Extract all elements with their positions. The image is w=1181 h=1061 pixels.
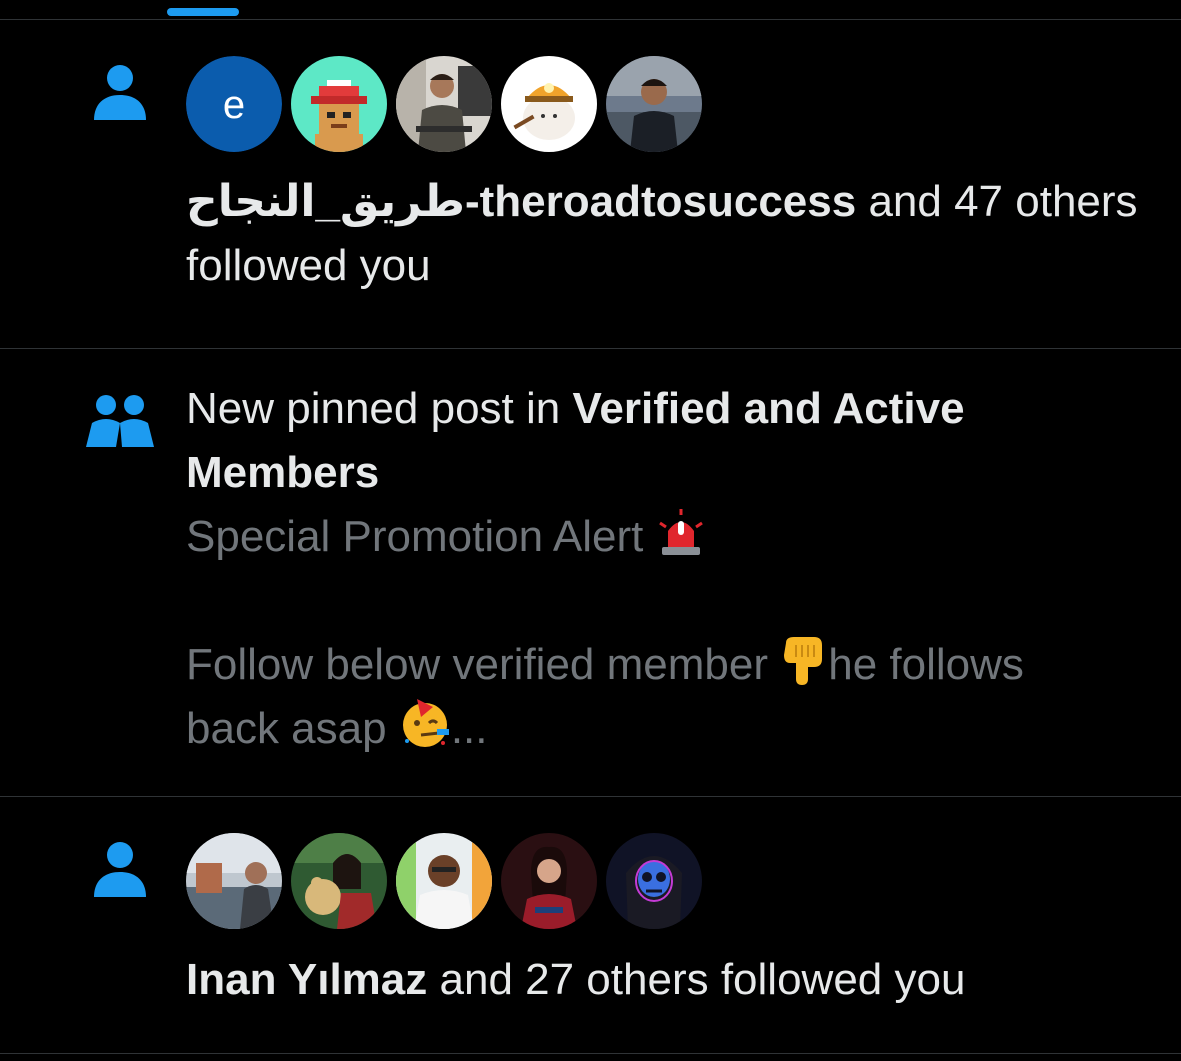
actor-name[interactable]: طريق_النجاح-theroadtosuccess — [186, 177, 856, 226]
avatar[interactable] — [501, 56, 597, 152]
partying-face-icon — [402, 699, 449, 747]
post-preview-ellipsis: ... — [450, 704, 488, 753]
avatar-letter: e — [223, 83, 245, 127]
notification-follow[interactable]: e طريق_النجاح-theroadtosuccess and 47 ot… — [0, 20, 1181, 348]
avatar[interactable] — [291, 56, 387, 152]
post-preview-line1: Special Promotion Alert — [186, 512, 656, 561]
avatar[interactable] — [186, 833, 282, 929]
post-preview-line2: Follow below verified member — [186, 640, 781, 689]
post-preview-line3: back asap — [186, 704, 399, 753]
pointing-down-icon — [784, 637, 823, 685]
notification-text: Inan Yılmaz and 27 others followed you — [186, 948, 1181, 1012]
avatar[interactable] — [396, 56, 492, 152]
person-icon — [94, 65, 146, 120]
community-name[interactable]: Verified and Active — [572, 384, 964, 433]
notification-text: طريق_النجاح-theroadtosuccess and 47 othe… — [186, 170, 1181, 298]
community-name-line2[interactable]: Members — [186, 441, 1181, 505]
notification-suffix-line2: followed you — [186, 241, 431, 290]
pinned-prefix: New pinned post in — [186, 384, 573, 433]
avatar[interactable] — [606, 56, 702, 152]
people-icon — [86, 395, 154, 447]
siren-icon — [658, 509, 703, 555]
notification-text: New pinned post in Verified and Active M… — [186, 377, 1181, 761]
actor-name[interactable]: Inan Yılmaz — [186, 955, 427, 1004]
notifications-page: e طريق_النجاح-theroadtosuccess and 47 ot… — [0, 0, 1181, 1061]
avatar[interactable]: e — [186, 56, 282, 152]
avatar[interactable] — [501, 833, 597, 929]
notification-suffix: and 47 others — [856, 177, 1138, 226]
notification-follow[interactable]: Inan Yılmaz and 27 others followed you — [0, 797, 1181, 1053]
avatar[interactable] — [606, 833, 702, 929]
person-icon — [94, 842, 146, 897]
notification-suffix: and 27 others followed you — [427, 955, 966, 1004]
post-preview-line2b: he follows — [828, 640, 1024, 689]
divider — [0, 1053, 1181, 1054]
avatar[interactable] — [396, 833, 492, 929]
notification-pinned-post[interactable]: New pinned post in Verified and Active M… — [0, 349, 1181, 796]
avatar[interactable] — [291, 833, 387, 929]
active-tab-indicator — [167, 8, 239, 16]
